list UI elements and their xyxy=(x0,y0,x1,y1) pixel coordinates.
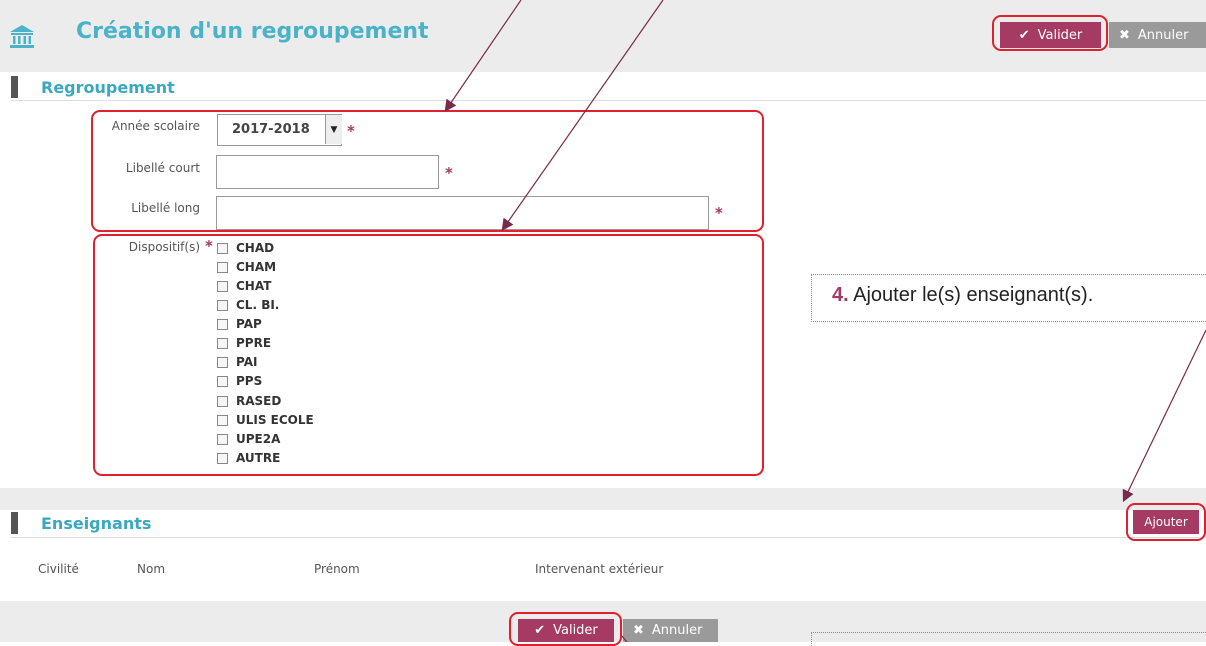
column-header-intervenant: Intervenant extérieur xyxy=(535,562,664,576)
close-icon: ✖ xyxy=(633,623,644,638)
regroupement-section-title: Regroupement xyxy=(41,78,175,97)
annotation-highlight xyxy=(509,612,622,646)
annuler-label: Annuler xyxy=(651,623,703,638)
instruction-callout xyxy=(811,632,1206,646)
section-marker xyxy=(11,512,18,534)
annotation-highlight xyxy=(91,110,764,232)
annuler-label: Annuler xyxy=(1137,27,1189,43)
enseignants-section-title: Enseignants xyxy=(41,514,152,533)
section-separator xyxy=(0,488,1206,510)
step-number: 4. xyxy=(832,284,849,306)
annotation-arrow xyxy=(1122,329,1206,503)
section-divider xyxy=(11,537,1206,538)
footer-annuler-button[interactable]: ✖ Annuler xyxy=(623,619,718,642)
annotation-highlight xyxy=(1126,503,1206,541)
annotation-highlight xyxy=(93,234,764,476)
institution-icon[interactable] xyxy=(9,24,35,48)
annotation-highlight xyxy=(992,15,1108,51)
step-text: Ajouter le(s) enseignant(s). xyxy=(853,284,1094,306)
column-header-prenom: Prénom xyxy=(314,562,360,576)
section-divider xyxy=(11,100,1206,101)
section-marker xyxy=(11,76,18,98)
header-annuler-button[interactable]: ✖ Annuler xyxy=(1109,22,1206,48)
instruction-text: 4. Ajouter le(s) enseignant(s). xyxy=(832,284,1093,307)
page-title: Création d'un regroupement xyxy=(76,19,429,44)
column-header-civilite: Civilité xyxy=(38,562,79,576)
close-icon: ✖ xyxy=(1119,27,1130,43)
column-header-nom: Nom xyxy=(137,562,166,576)
